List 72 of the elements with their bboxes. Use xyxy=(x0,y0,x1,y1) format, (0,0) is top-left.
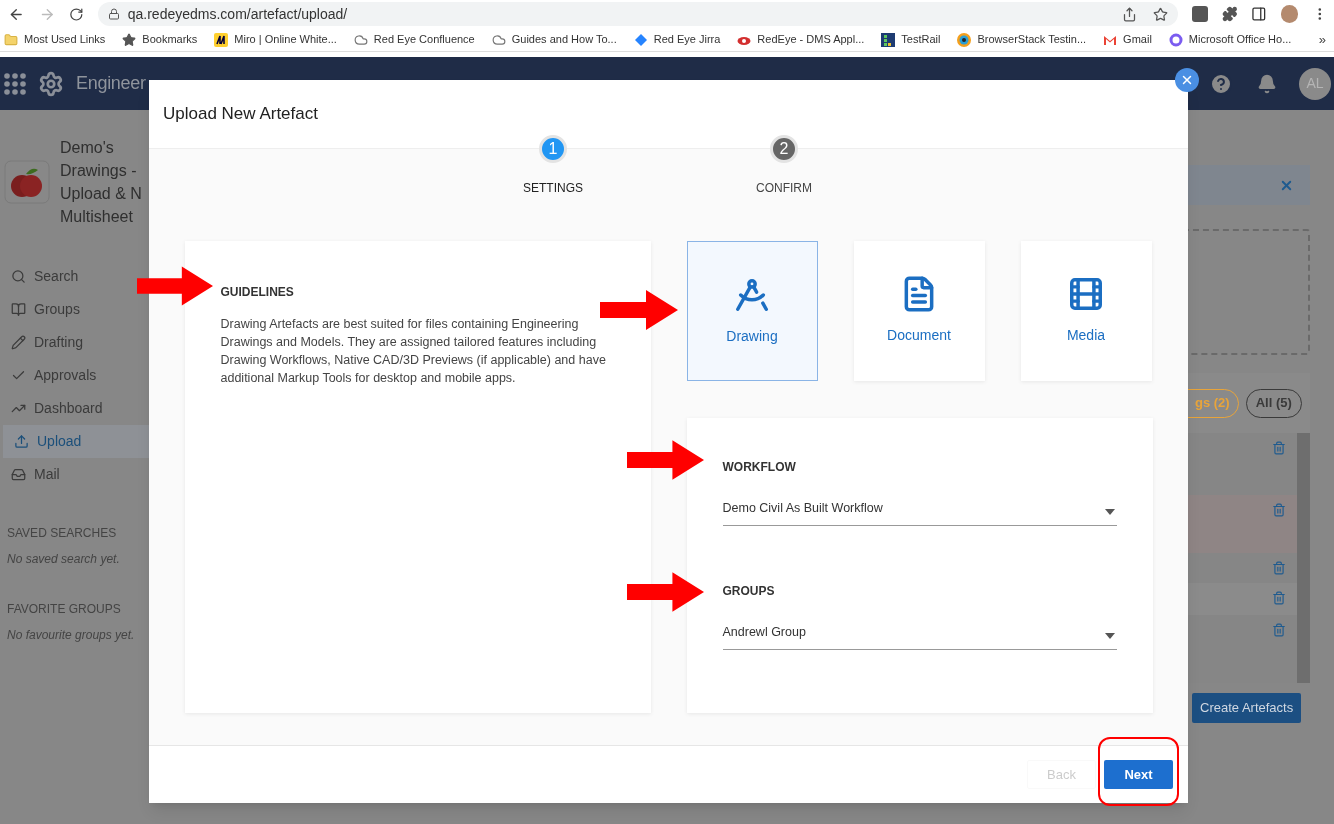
type-tile[interactable]: Drawing xyxy=(686,241,818,381)
guidelines-text: Drawing Artefacts are best suited for files containing Engineering Drawings and Models. They are assigned tailored features including Drawing Workflows, Native CAD/3D Previews (if applicable) and have additional Markup Tools for desktop and mobile apps. xyxy=(220,316,607,387)
project-name-line: Upload & N xyxy=(60,184,142,204)
guidelines-heading: GUIDELINES xyxy=(220,284,295,301)
film-icon xyxy=(1067,275,1105,313)
pencil-icon xyxy=(11,335,26,350)
bookmark-link[interactable]: Microsoft Office Ho... xyxy=(1188,31,1292,48)
step-label: SETTINGS xyxy=(523,180,583,197)
dropdown-field[interactable]: Demo Civil As Built Workflow xyxy=(722,492,1117,526)
puzzle-icon[interactable] xyxy=(1221,6,1238,22)
upload-icon xyxy=(14,434,29,449)
project-name-line: Drawings - xyxy=(60,161,138,181)
address-bar[interactable]: qa.redeyedms.com/artefact/upload/ xyxy=(97,2,1179,26)
caret-icon xyxy=(1104,508,1115,515)
lock-icon xyxy=(107,8,120,20)
apps-grid-icon[interactable] xyxy=(4,72,26,95)
grid-logo-icon xyxy=(881,32,896,47)
bookmark-link[interactable]: Red Eye Confluence xyxy=(373,31,475,48)
search-icon xyxy=(11,269,26,284)
diamond-logo-icon xyxy=(633,32,648,47)
step-number: 2 xyxy=(770,135,798,163)
bookmarks-overflow[interactable]: » xyxy=(1318,29,1326,50)
section-heading: FAVORITE GROUPS xyxy=(7,601,122,618)
bookmark-link[interactable]: Red Eye Jirra xyxy=(653,31,721,48)
step-number: 1 xyxy=(539,135,567,163)
star-icon xyxy=(122,32,137,47)
apple-icon xyxy=(4,160,50,204)
section-heading: SAVED SEARCHES xyxy=(7,525,118,542)
book-icon xyxy=(11,302,26,317)
share-icon[interactable] xyxy=(1122,6,1138,22)
notifications-icon[interactable] xyxy=(1257,73,1277,94)
cloud-icon xyxy=(491,32,506,47)
target-logo-icon xyxy=(957,32,972,47)
next-button[interactable]: Next xyxy=(1104,760,1173,789)
type-tile[interactable]: Media xyxy=(1020,241,1152,381)
bookmark-star-icon[interactable] xyxy=(1153,6,1169,22)
inbox-icon xyxy=(11,467,26,482)
dropdown-field[interactable]: Andrewl Group xyxy=(722,616,1117,650)
bookmark-link[interactable]: TestRail xyxy=(901,31,941,48)
bookmark-link[interactable]: Miro | Online White... xyxy=(234,31,337,48)
project-name-line: Demo's xyxy=(60,138,115,158)
bookmark-link[interactable]: Guides and How To... xyxy=(511,31,617,48)
ring-logo-icon xyxy=(1168,32,1183,47)
type-tile[interactable]: Document xyxy=(853,241,985,381)
project-name-line: Multisheet xyxy=(60,207,134,227)
bookmark-link[interactable]: Most Used Links xyxy=(24,31,106,48)
app-title: Engineer xyxy=(76,72,146,95)
dialog-title: Upload New Artefact xyxy=(163,103,318,126)
create-button[interactable]: Create Artefacts xyxy=(1192,693,1302,723)
compass-icon xyxy=(733,276,771,314)
square-logo-icon xyxy=(214,32,229,47)
gear-logo-icon xyxy=(38,70,64,97)
side-panel-icon[interactable] xyxy=(1251,6,1267,22)
sidebar-item[interactable]: Mail xyxy=(0,458,232,491)
bookmark-link[interactable]: Bookmarks xyxy=(142,31,198,48)
bookmark-link[interactable]: BrowserStack Testin... xyxy=(977,31,1087,48)
bookmark-link[interactable]: Gmail xyxy=(1123,31,1152,48)
empty-message: No favourite groups yet. xyxy=(7,627,136,644)
sidebar-item[interactable]: Dashboard xyxy=(0,392,232,425)
profile-avatar[interactable] xyxy=(1280,5,1299,23)
scrollbar[interactable] xyxy=(1297,433,1310,683)
field-label: GROUPS xyxy=(722,583,776,600)
empty-message: No saved search yet. xyxy=(7,551,121,568)
reload-icon[interactable] xyxy=(69,6,84,22)
caret-icon xyxy=(1104,632,1115,639)
cloud-icon xyxy=(353,32,368,47)
folder-icon xyxy=(4,32,18,47)
field-label: WORKFLOW xyxy=(722,459,797,476)
step-label: CONFIRM xyxy=(756,180,812,197)
close-icon xyxy=(1180,73,1194,87)
bookmark-link[interactable]: RedEye - DMS Appl... xyxy=(757,31,865,48)
extension-icon[interactable] xyxy=(1192,6,1208,22)
